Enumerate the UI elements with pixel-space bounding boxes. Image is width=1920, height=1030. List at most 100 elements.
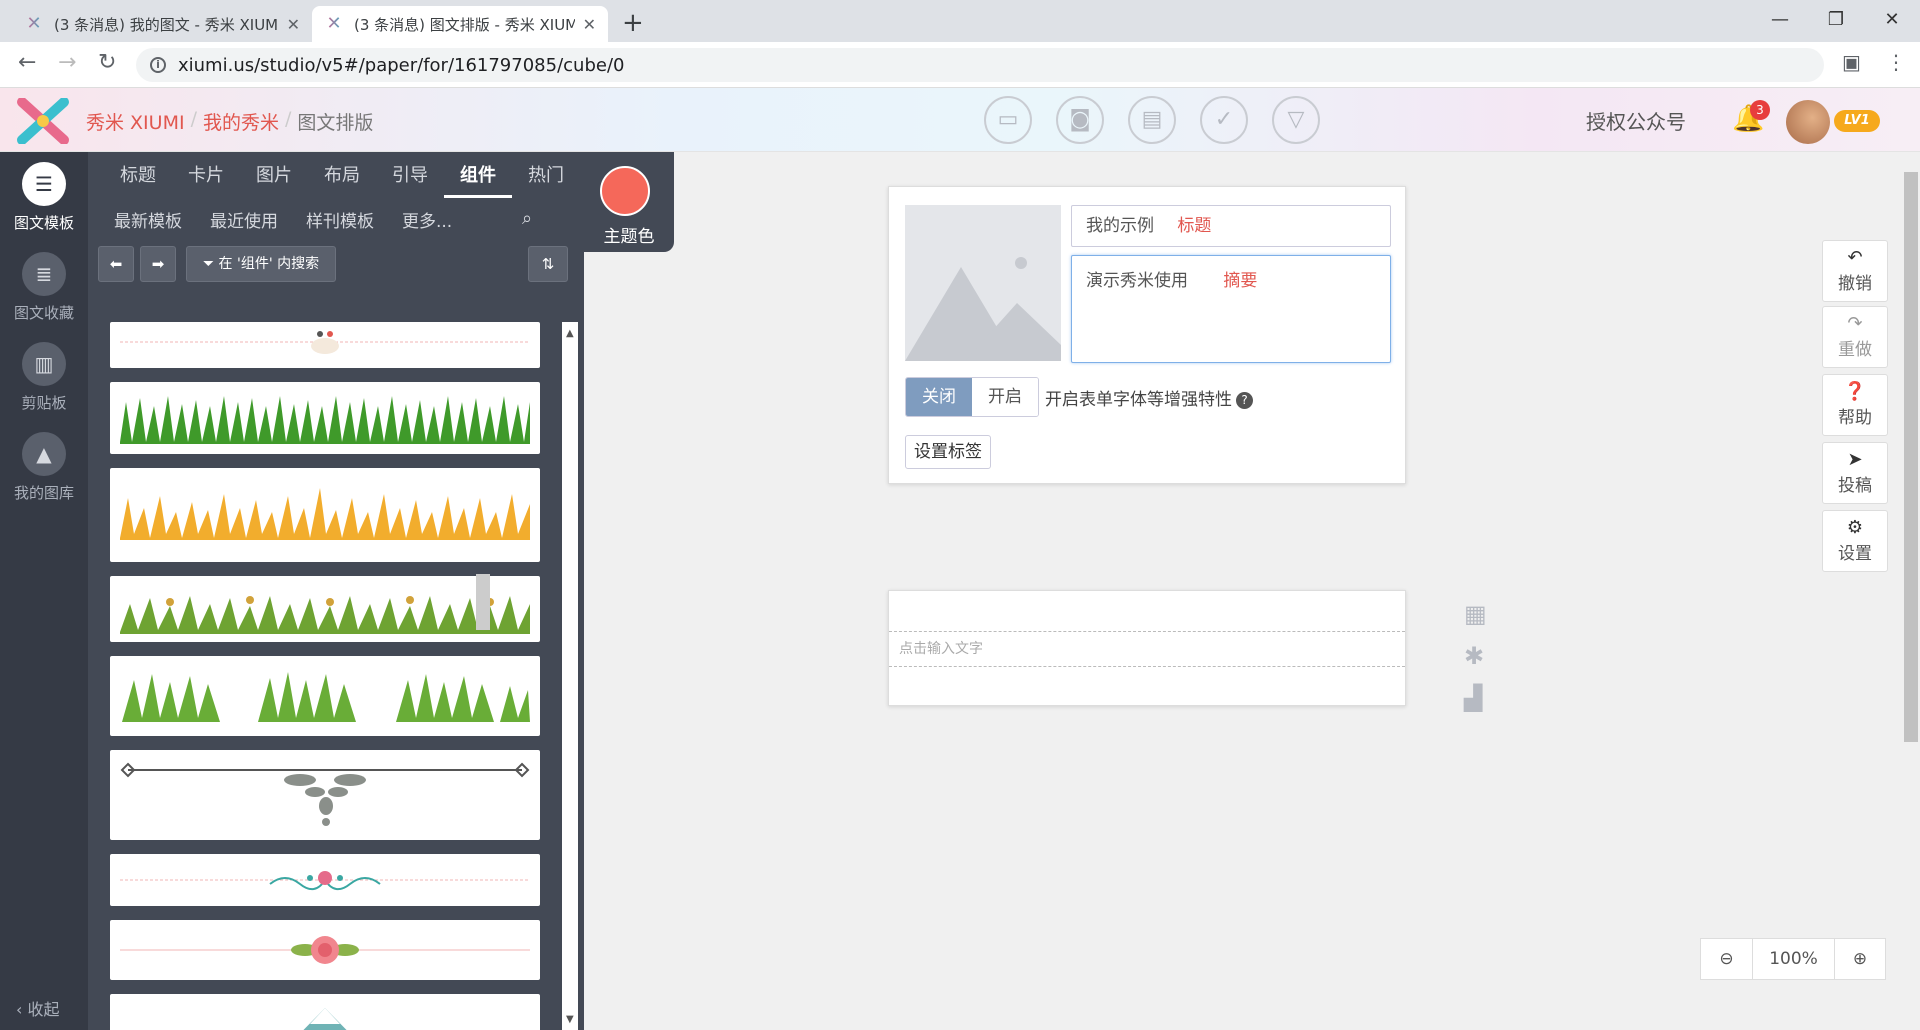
image-icon: ▲ [22,432,66,476]
rose-divider-graphic [120,936,530,964]
search-in-component-button[interactable]: ⏷ 在 '组件' 内搜索 [186,246,336,282]
summary-textarea[interactable]: 演示秀米使用 摘要 [1071,255,1391,363]
summary-label: 摘要 [1223,271,1258,291]
camera-icon[interactable]: ◙ [1056,96,1104,144]
zoom-control: ⊖ 100% ⊕ [1700,938,1886,980]
list-item[interactable] [110,322,540,368]
xiumi-favicon: ✕ [24,14,44,34]
settings-button[interactable]: ⚙ 设置 [1822,510,1888,572]
folder-icon[interactable]: ▭ [984,96,1032,144]
info-icon[interactable]: i [150,57,166,73]
list-item[interactable] [110,994,540,1030]
zoom-level: 100% [1753,939,1835,979]
close-tab-icon[interactable]: ✕ [287,15,300,34]
favorites-icon: ≣ [22,252,66,296]
submit-button[interactable]: ➤ 投稿 [1822,442,1888,504]
theme-color-box[interactable]: 主题色 [584,152,674,252]
tab-hot[interactable]: 热门 [512,162,580,198]
theme-color-swatch[interactable] [600,166,650,216]
back-icon[interactable]: ← [18,50,36,75]
maximize-icon[interactable]: ❐ [1808,0,1864,40]
mountain-graphic [303,1008,347,1030]
breadcrumb: 秀米 XIUMI / 我的秀米 / 图文排版 [86,108,374,135]
prev-arrow-icon[interactable]: ⬅ [98,246,134,282]
subtab-sample[interactable]: 样刊模板 [292,206,388,238]
tab-guide[interactable]: 引导 [376,162,444,198]
subtab-latest[interactable]: 最新模板 [100,206,196,238]
title-label: 标题 [1177,216,1212,236]
gear-icon: ⚙ [1846,517,1864,538]
forward-icon[interactable]: → [58,50,76,75]
tab-card[interactable]: 卡片 [172,162,240,198]
set-tag-button[interactable]: 设置标签 [905,435,991,469]
tab-layout[interactable]: 布局 [308,162,376,198]
new-tab-icon[interactable]: + [622,8,644,38]
next-arrow-icon[interactable]: ➡ [140,246,176,282]
nav-clipboard[interactable]: ▥ 剪贴板 [0,342,88,413]
search-icon[interactable]: ⌕ [522,208,532,229]
browser-tab-2[interactable]: ✕ (3 条消息) 图文排版 - 秀米 XIUMI ✕ [312,6,608,42]
enhance-description: 开启表单字体等增强特性? [1045,385,1253,410]
sort-icon[interactable]: ⇅ [528,246,568,282]
panel-scroll-thumb[interactable] [476,574,490,630]
redo-button[interactable]: ↷ 重做 [1822,306,1888,368]
browser-tabbar: ✕ (3 条消息) 我的图文 - 秀米 XIUMI ✕ ✕ (3 条消息) 图文… [0,0,1920,42]
window-controls: — ❐ ✕ [1752,0,1920,40]
scroll-down-arrow-icon[interactable]: ▼ [566,1014,574,1025]
grid-icon[interactable]: ▦ [1464,600,1487,628]
template-panel: 标题 卡片 图片 布局 引导 组件 热门 最新模板 最近使用 样刊模板 更多..… [88,152,584,1030]
tab-image[interactable]: 图片 [240,162,308,198]
cover-image-placeholder[interactable] [905,205,1061,361]
breadcrumb-my-xiumi[interactable]: 我的秀米 [203,108,279,135]
url-field[interactable]: i xiumi.us/studio/v5#/paper/for/16179708… [136,48,1824,82]
undo-button[interactable]: ↶ 撤销 [1822,240,1888,302]
floral-divider-graphic [120,871,530,891]
list-item[interactable] [110,468,540,562]
page-scroll-thumb[interactable] [1904,172,1918,742]
bar-chart-icon[interactable]: ▟ [1464,684,1482,712]
asterisk-icon[interactable]: ✱ [1464,642,1484,670]
minimize-icon[interactable]: — [1752,0,1808,40]
help-button[interactable]: ❓ 帮助 [1822,374,1888,436]
panel-scrollbar[interactable] [562,322,578,1030]
divider-birds-graphic [120,331,530,354]
dropdown-triangle-icon[interactable]: ▽ [1272,96,1320,144]
help-circle-icon[interactable]: ? [1236,392,1253,409]
zoom-in-icon[interactable]: ⊕ [1835,939,1885,979]
zoom-out-icon[interactable]: ⊖ [1701,939,1753,979]
list-item[interactable] [110,854,540,906]
toggle-off-button[interactable]: 关闭 [906,378,972,416]
breadcrumb-brand[interactable]: 秀米 XIUMI [86,108,185,135]
green-grass-graphic [120,396,530,444]
tab-title[interactable]: 标题 [104,162,172,198]
profile-icon[interactable]: ▣ [1842,50,1861,74]
browser-tab-1[interactable]: ✕ (3 条消息) 我的图文 - 秀米 XIUMI ✕ [12,6,312,42]
text-input-area[interactable]: 点击输入文字 [889,631,1405,667]
subtab-recent[interactable]: 最近使用 [196,206,292,238]
subtab-more[interactable]: 更多... [388,206,466,238]
close-tab-icon[interactable]: ✕ [583,15,596,34]
list-item[interactable] [110,382,540,454]
copy-icon[interactable]: ▤ [1128,96,1176,144]
left-nav: ☰ 图文模板 ≣ 图文收藏 ▥ 剪贴板 ▲ 我的图库 ‹ 收起 [0,152,88,1030]
header-toolbar: ▭ ◙ ▤ ✓ ▽ [984,96,1320,144]
nav-templates[interactable]: ☰ 图文模板 [0,162,88,233]
toggle-on-button[interactable]: 开启 [972,378,1038,416]
collapse-button[interactable]: ‹ 收起 [16,996,60,1020]
sub-tabs: 最新模板 最近使用 样刊模板 更多... [100,206,466,238]
list-item[interactable] [110,920,540,980]
help-icon: ❓ [1843,381,1867,402]
reload-icon[interactable]: ↻ [98,50,116,75]
auth-account-link[interactable]: 授权公众号 [1586,106,1686,135]
menu-icon[interactable]: ⋮ [1886,50,1906,74]
title-input[interactable]: 我的示例 标题 [1071,205,1391,247]
list-item[interactable] [110,750,540,840]
close-window-icon[interactable]: ✕ [1864,0,1920,40]
avatar[interactable] [1786,100,1830,144]
list-item[interactable] [110,656,540,736]
tab-component[interactable]: 组件 [444,162,512,198]
nav-gallery[interactable]: ▲ 我的图库 [0,432,88,503]
nav-favorites[interactable]: ≣ 图文收藏 [0,252,88,323]
check-icon[interactable]: ✓ [1200,96,1248,144]
scroll-up-arrow-icon[interactable]: ▲ [566,328,574,339]
